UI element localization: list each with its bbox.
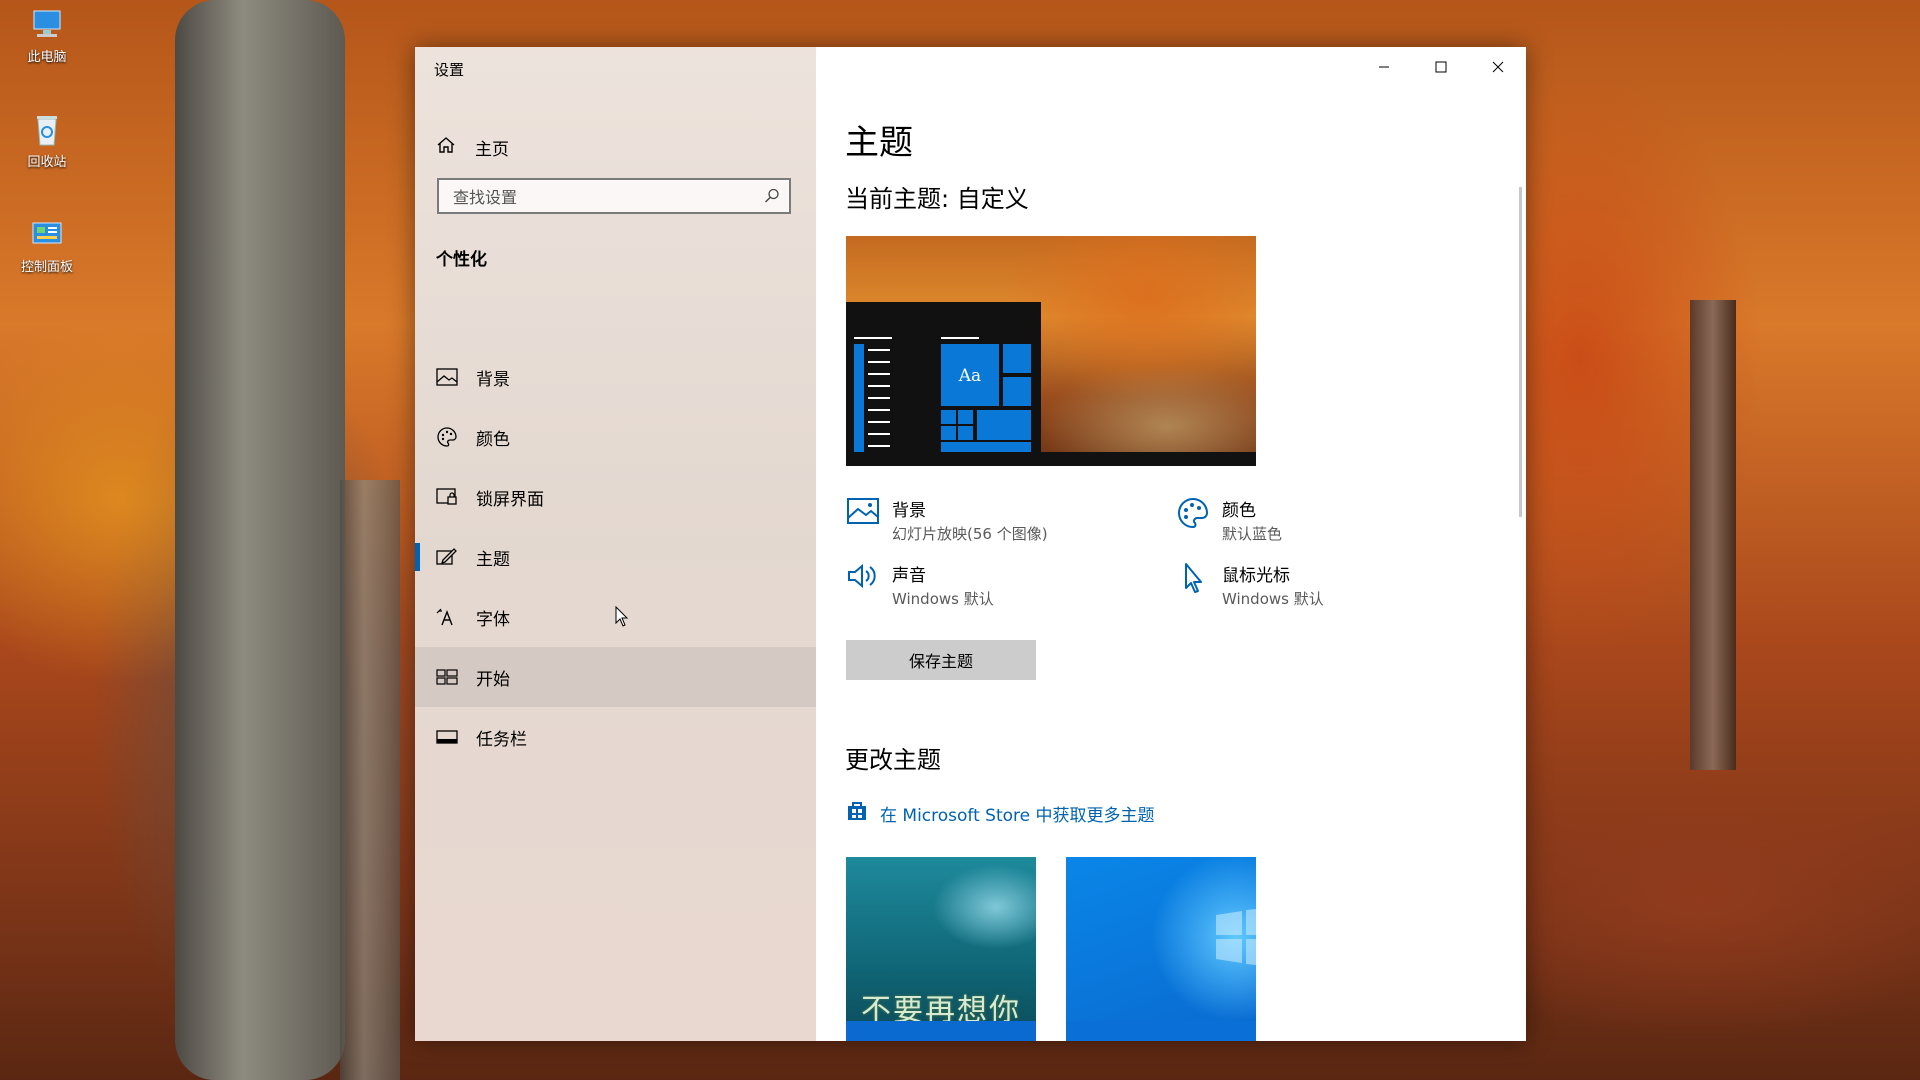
property-subtitle: 幻灯片放映(56 个图像): [892, 525, 1048, 543]
settings-window: 设置 主页 个性化 背景: [415, 47, 1526, 1041]
property-subtitle: Windows 默认: [892, 590, 994, 608]
sidebar-item-label: 任务栏: [476, 729, 527, 750]
sidebar-item-label: 开始: [476, 669, 510, 690]
sidebar-item-label: 字体: [476, 609, 510, 630]
store-icon: [846, 800, 868, 827]
window-title: 设置: [434, 61, 465, 79]
desktop-icon-label: 回收站: [27, 155, 67, 170]
property-background[interactable]: 背景 幻灯片放映(56 个图像): [846, 496, 1048, 544]
property-mouse-cursor[interactable]: 鼠标光标 Windows 默认: [1176, 561, 1324, 609]
sidebar-item-label: 颜色: [476, 429, 510, 450]
property-title: 鼠标光标: [1222, 566, 1290, 586]
sidebar-item-themes[interactable]: 主题: [415, 527, 816, 587]
property-title: 颜色: [1222, 501, 1256, 521]
change-theme-heading: 更改主题: [845, 746, 941, 774]
sidebar-item-colors[interactable]: 颜色: [415, 407, 816, 467]
desktop-icon-recycle-bin[interactable]: 回收站: [14, 113, 80, 170]
mouse-pointer-icon: [615, 605, 629, 632]
preview-taskbar: [846, 452, 1256, 466]
start-icon: [436, 666, 458, 688]
sidebar-item-label: 背景: [476, 369, 510, 390]
search-icon[interactable]: [763, 187, 781, 209]
minimize-icon: [1378, 66, 1389, 68]
close-button[interactable]: [1469, 47, 1526, 87]
window-controls: [1355, 47, 1526, 91]
cursor-icon: [1176, 561, 1210, 595]
maximize-icon: [1435, 61, 1446, 73]
save-theme-button[interactable]: 保存主题: [846, 640, 1036, 680]
sidebar-item-label: 主题: [476, 549, 510, 570]
property-title: 背景: [892, 501, 926, 521]
picture-icon: [846, 496, 880, 530]
theme-thumbnail-bar: [1066, 1021, 1256, 1041]
sidebar-item-label: 主页: [475, 139, 509, 160]
sidebar-nav: 背景 颜色 锁屏界面 主题 字体 开始 任务栏: [415, 347, 816, 767]
sidebar-item-start[interactable]: 开始: [415, 647, 816, 707]
speaker-icon: [846, 561, 880, 595]
desktop-icon-this-pc[interactable]: 此电脑: [14, 8, 80, 65]
palette-icon: [1176, 496, 1210, 530]
search-box: [437, 178, 791, 214]
minimize-button[interactable]: [1355, 47, 1412, 87]
tree-trunk-left: [175, 0, 345, 1080]
theme-thumbnail[interactable]: 不要再想你: [846, 857, 1036, 1041]
tree-trunk-right: [1690, 300, 1736, 770]
close-icon: [1492, 61, 1503, 73]
lock-screen-icon: [436, 486, 458, 508]
picture-icon: [436, 366, 458, 388]
desktop-icon-control-panel[interactable]: 控制面板: [14, 218, 80, 275]
page-title: 主题: [845, 123, 913, 163]
sidebar-item-home[interactable]: 主页: [415, 125, 816, 169]
sidebar-item-taskbar[interactable]: 任务栏: [415, 707, 816, 767]
preview-sample-text: Aa: [958, 366, 982, 386]
theme-thumbnail-bar: [846, 1021, 1036, 1041]
search-input[interactable]: [451, 180, 755, 214]
windows-logo-icon: [1216, 909, 1256, 965]
sidebar: 设置 主页 个性化 背景: [415, 47, 816, 1041]
property-sounds[interactable]: 声音 Windows 默认: [846, 561, 994, 609]
store-link-label: 在 Microsoft Store 中获取更多主题: [880, 806, 1155, 826]
sidebar-item-lock-screen[interactable]: 锁屏界面: [415, 467, 816, 527]
property-color[interactable]: 颜色 默认蓝色: [1176, 496, 1282, 544]
store-link[interactable]: 在 Microsoft Store 中获取更多主题: [846, 800, 1155, 827]
property-subtitle: Windows 默认: [1222, 590, 1324, 608]
palette-icon: [436, 426, 458, 448]
property-title: 声音: [892, 566, 926, 586]
computer-icon: [29, 8, 65, 42]
property-subtitle: 默认蓝色: [1222, 525, 1283, 543]
sidebar-item-background[interactable]: 背景: [415, 347, 816, 407]
desktop-icon-label: 控制面板: [20, 260, 73, 275]
theme-thumbnail[interactable]: [1066, 857, 1256, 1041]
current-theme-heading: 当前主题: 自定义: [845, 185, 1029, 213]
main-panel: 主题 当前主题: 自定义 Aa 背景 幻灯片放映(56 个图像) 颜色 默认蓝色…: [816, 47, 1526, 1041]
theme-preview: Aa: [846, 236, 1256, 466]
maximize-button[interactable]: [1412, 47, 1469, 87]
home-icon: [436, 135, 456, 159]
taskbar-icon: [436, 726, 458, 748]
font-icon: [436, 606, 458, 628]
section-title: 个性化: [436, 250, 487, 270]
theme-icon: [436, 546, 458, 568]
desktop-icon-label: 此电脑: [27, 50, 67, 65]
preview-start-menu: Aa: [846, 302, 1041, 466]
sidebar-item-label: 锁屏界面: [476, 489, 544, 510]
scrollbar[interactable]: [1519, 187, 1522, 517]
recycle-bin-icon: [29, 113, 65, 147]
tree-trunk-mid: [340, 480, 400, 1080]
control-panel-icon: [29, 218, 65, 252]
